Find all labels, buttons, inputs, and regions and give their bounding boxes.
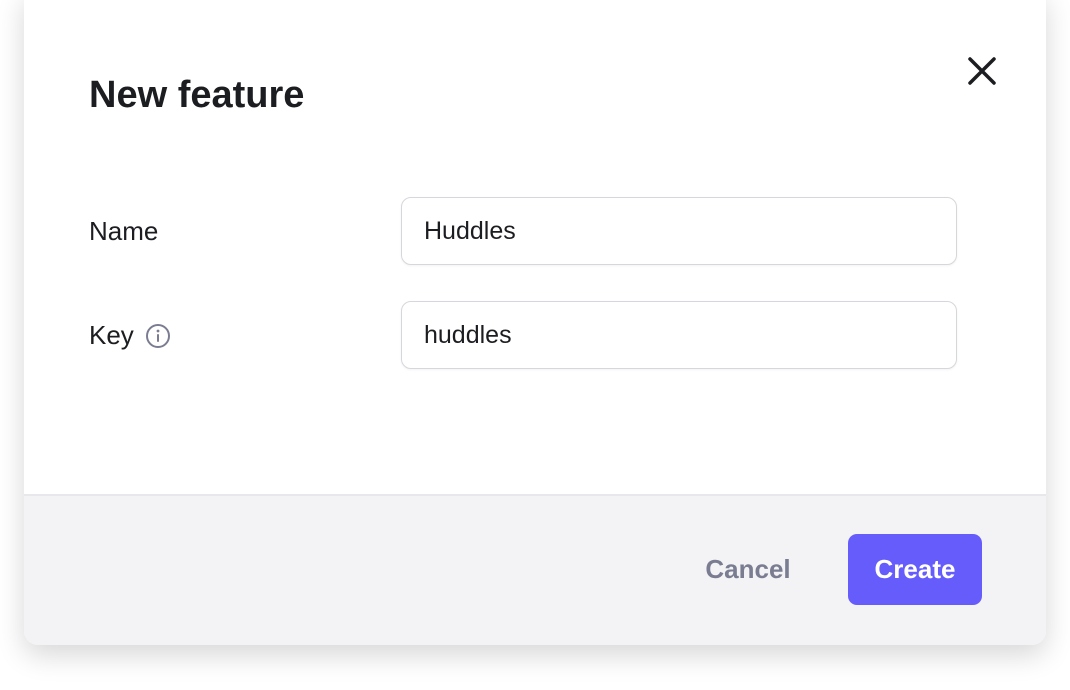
close-icon[interactable] <box>964 53 1000 89</box>
info-icon[interactable] <box>145 323 170 348</box>
new-feature-dialog: New feature Name Key Cancel Create <box>24 0 1046 645</box>
name-label-text: Name <box>89 216 159 246</box>
key-label: Key <box>89 320 170 351</box>
create-button[interactable]: Create <box>848 534 982 605</box>
dialog-title: New feature <box>89 74 305 116</box>
key-label-text: Key <box>89 320 134 350</box>
name-input[interactable] <box>401 197 957 265</box>
dialog-footer: Cancel Create <box>24 494 1046 645</box>
name-label: Name <box>89 216 158 247</box>
key-input[interactable] <box>401 301 957 369</box>
cancel-button[interactable]: Cancel <box>688 534 808 604</box>
